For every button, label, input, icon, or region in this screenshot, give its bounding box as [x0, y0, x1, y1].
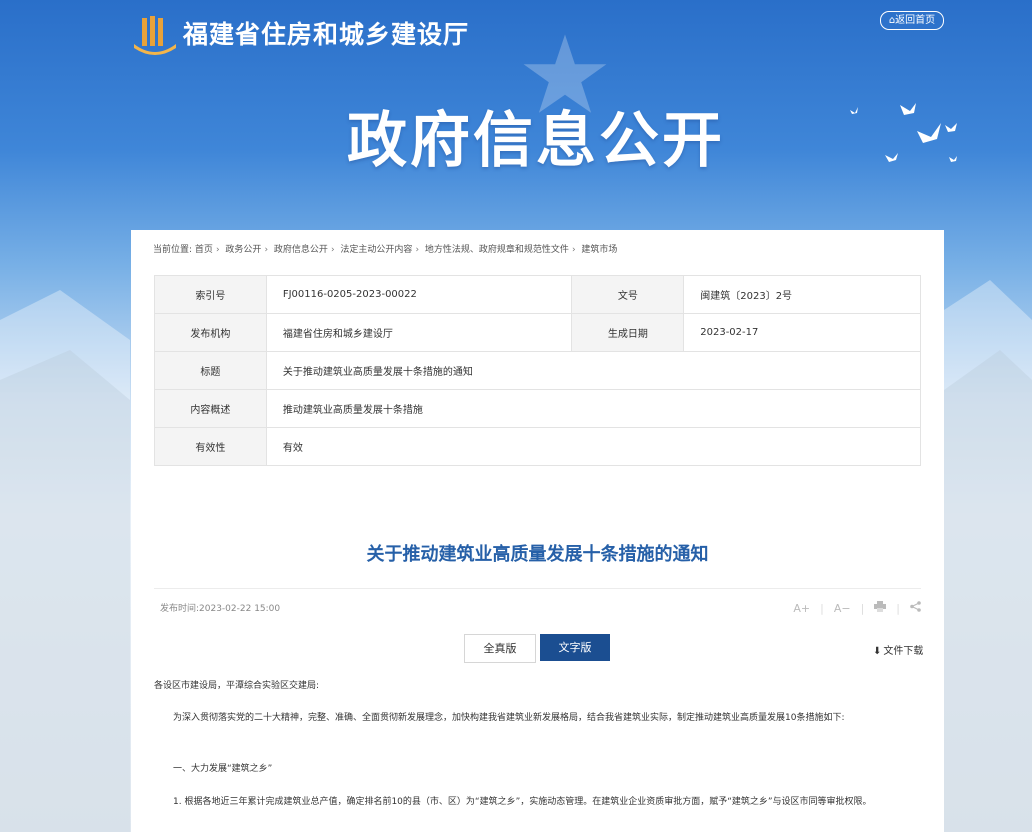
validity-value: 有效 [265, 427, 922, 466]
table-row: 有效性 有效 [154, 427, 922, 466]
title-value: 关于推动建筑业高质量发展十条措施的通知 [265, 351, 922, 390]
paragraph: 1. 根据各地近三年累计完成建筑业总产值，确定排名前10的县（市、区）为“建筑之… [173, 797, 872, 807]
article-title: 关于推动建筑业高质量发展十条措施的通知 [366, 544, 709, 565]
table-row: 发布机构 福建省住房和城乡建设厅 生成日期 2023-02-17 [154, 313, 921, 352]
paragraph: 各设区市建设局，平潭综合实验区交建局: [154, 681, 320, 691]
publish-time: 发布时间:2023-02-22 15:00 [160, 604, 281, 614]
breadcrumb-prefix: 当前位置: [153, 245, 193, 255]
share-icon[interactable] [910, 601, 921, 615]
paragraph: 为深入贯彻落实党的二十大精神，完整、准确、全面贯彻新发展理念，加快构建我省建筑业… [173, 713, 845, 723]
validity-label: 有效性 [154, 427, 267, 466]
breadcrumb-item[interactable]: 政务公开 [225, 242, 261, 255]
table-row: 索引号 FJ00116-0205-2023-00022 文号 闽建筑〔2023〕… [154, 275, 921, 314]
site-title: 福建省住房和城乡建设厅 [183, 20, 470, 49]
paragraph: 一、大力发展“建筑之乡” [173, 764, 273, 774]
font-decrease-button[interactable]: A− [834, 602, 851, 615]
logo-icon [134, 16, 176, 55]
article-meta: 发布时间:2023-02-22 15:00 A+ | A− | | [154, 588, 921, 615]
index-label: 索引号 [154, 275, 267, 314]
table-row: 内容概述 推动建筑业高质量发展十条措施 [154, 389, 922, 428]
breadcrumb-item[interactable]: 首页 [195, 242, 213, 255]
download-icon: ⬇ [873, 646, 882, 657]
docno-value: 闽建筑〔2023〕2号 [683, 275, 921, 314]
table-row: 标题 关于推动建筑业高质量发展十条措施的通知 [154, 351, 922, 390]
breadcrumb: 当前位置: 首页 › 政务公开 › 政府信息公开 › 法定主动公开内容 › 地方性法规、… [153, 242, 617, 255]
file-download-label: 文件下载 [883, 646, 924, 657]
content-panel: 当前位置: 首页 › 政务公开 › 政府信息公开 › 法定主动公开内容 › 地方性法规、… [131, 230, 944, 832]
title-label: 标题 [154, 351, 267, 390]
breadcrumb-item[interactable]: 政府信息公开 [274, 242, 328, 255]
date-label: 生成日期 [571, 313, 685, 352]
index-value: FJ00116-0205-2023-00022 [265, 275, 573, 314]
file-download-link[interactable]: ⬇ 文件下载 [873, 642, 923, 657]
breadcrumb-item[interactable]: 法定主动公开内容 [340, 242, 412, 255]
full-version-button[interactable]: 全真版 [464, 634, 536, 663]
breadcrumb-item[interactable]: 地方性法规、政府规章和规范性文件 [425, 242, 569, 255]
doves-decoration [850, 103, 957, 162]
home-button[interactable]: ⌂返回首页 [880, 11, 944, 30]
header-banner: 福建省住房和城乡建设厅 ⌂返回首页 政府信息公开 [0, 0, 1032, 230]
org-label: 发布机构 [154, 313, 267, 352]
docno-label: 文号 [571, 275, 685, 314]
text-version-button[interactable]: 文字版 [540, 634, 610, 661]
summary-label: 内容概述 [154, 389, 267, 428]
home-button-label: 返回首页 [895, 15, 936, 26]
summary-value: 推动建筑业高质量发展十条措施 [265, 389, 922, 428]
date-value: 2023-02-17 [683, 313, 921, 352]
article-tools: A+ | A− | | [783, 601, 921, 615]
org-value: 福建省住房和城乡建设厅 [265, 313, 573, 352]
font-increase-button[interactable]: A+ [793, 602, 810, 615]
info-table: 索引号 FJ00116-0205-2023-00022 文号 闽建筑〔2023〕… [154, 275, 922, 466]
print-icon[interactable] [874, 601, 887, 615]
breadcrumb-item[interactable]: 建筑市场 [581, 242, 617, 255]
